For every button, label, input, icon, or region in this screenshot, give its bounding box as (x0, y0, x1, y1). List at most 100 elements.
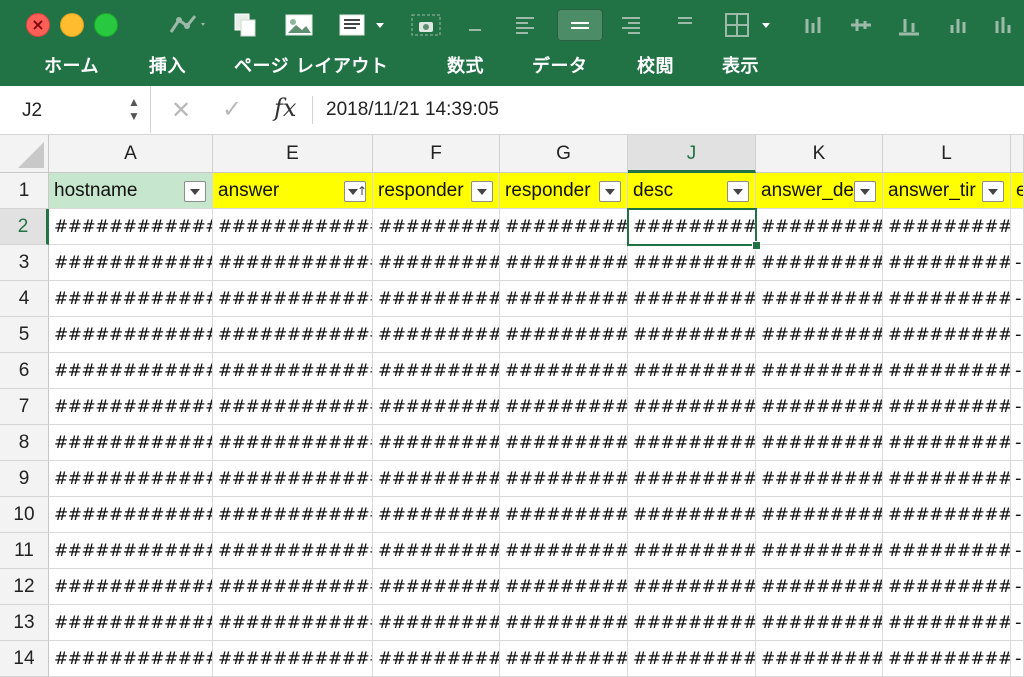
table-cell-partial[interactable]: - (1011, 245, 1024, 281)
column-chart-icon[interactable] (942, 10, 976, 40)
filter-dropdown-icon[interactable] (471, 181, 493, 202)
column-header-f[interactable]: F (373, 135, 500, 173)
table-cell[interactable]: ############ (213, 389, 373, 425)
align-middle-icon[interactable] (844, 10, 878, 40)
table-cell[interactable]: ############ (213, 497, 373, 533)
table-cell-partial[interactable]: - (1011, 641, 1024, 677)
table-cell[interactable]: ############ (49, 533, 213, 569)
table-cell[interactable]: ############ (213, 281, 373, 317)
table-cell[interactable]: ######### (500, 497, 628, 533)
header-cell-partial[interactable]: e (1011, 173, 1024, 209)
column-header-a[interactable]: A (49, 135, 213, 173)
justify-icon[interactable] (668, 10, 702, 40)
table-cell[interactable]: ######### (500, 245, 628, 281)
spreadsheet-grid[interactable]: AEFGJKL1hostnameanswerresponderresponder… (0, 135, 1024, 677)
row-header-9[interactable]: 9 (0, 461, 49, 497)
table-cell[interactable]: ######### (500, 209, 628, 245)
table-cell[interactable]: ######### (500, 533, 628, 569)
table-cell[interactable]: ######### (373, 245, 500, 281)
table-cell[interactable]: ############ (49, 497, 213, 533)
table-cell[interactable]: ######### (373, 281, 500, 317)
table-cell-partial[interactable] (1011, 209, 1024, 245)
table-cell[interactable]: ######### (500, 353, 628, 389)
table-cell[interactable]: ############ (49, 425, 213, 461)
filter-dropdown-icon[interactable] (184, 181, 206, 202)
table-cell[interactable]: ########## (628, 281, 756, 317)
table-cell[interactable]: ######### (500, 605, 628, 641)
formula-input[interactable]: 2018/11/21 14:39:05 (326, 99, 499, 121)
table-cell[interactable]: ######### (500, 425, 628, 461)
table-cell[interactable]: ######### (756, 281, 883, 317)
table-cell[interactable]: ############ (49, 569, 213, 605)
row-header-5[interactable]: 5 (0, 317, 49, 353)
align-left-icon[interactable] (508, 10, 542, 40)
table-cell[interactable]: ######### (883, 209, 1011, 245)
bar-chart-icon[interactable] (796, 10, 830, 40)
table-cell[interactable]: ######### (756, 389, 883, 425)
row-header-4[interactable]: 4 (0, 281, 49, 317)
minimize-window-button[interactable] (60, 13, 84, 37)
table-cell[interactable]: ############ (213, 605, 373, 641)
row-header-8[interactable]: 8 (0, 425, 49, 461)
table-cell[interactable]: ######### (883, 605, 1011, 641)
table-cell[interactable]: ######### (373, 569, 500, 605)
table-cell[interactable]: ######### (373, 605, 500, 641)
table-cell[interactable]: ########## (628, 461, 756, 497)
table-cell-partial[interactable]: - (1011, 533, 1024, 569)
tab-data[interactable]: データ (532, 52, 588, 86)
table-cell[interactable]: ########## (628, 533, 756, 569)
camera-icon[interactable] (406, 10, 446, 40)
table-cell[interactable]: ######### (756, 641, 883, 677)
borders-icon[interactable] (720, 10, 776, 40)
row-header-3[interactable]: 3 (0, 245, 49, 281)
table-cell[interactable]: ############ (49, 209, 213, 245)
table-cell[interactable]: ########## (628, 605, 756, 641)
table-cell[interactable]: ########## (628, 353, 756, 389)
sort-filter-icon[interactable] (344, 181, 367, 202)
row-header-13[interactable]: 13 (0, 605, 49, 641)
table-cell[interactable]: ######### (756, 209, 883, 245)
filter-dropdown-icon[interactable] (982, 181, 1004, 202)
tab-view[interactable]: 表示 (722, 52, 759, 86)
row-header-12[interactable]: 12 (0, 569, 49, 605)
table-cell[interactable]: ######### (373, 533, 500, 569)
name-box[interactable]: J2 ▲ ▼ (0, 86, 151, 133)
insert-function-button[interactable]: fx (274, 94, 296, 122)
table-cell[interactable]: ######### (500, 461, 628, 497)
table-cell[interactable]: ######### (500, 281, 628, 317)
table-cell-partial[interactable]: - (1011, 317, 1024, 353)
table-cell[interactable]: ######### (373, 209, 500, 245)
table-cell[interactable]: ############ (213, 533, 373, 569)
table-cell[interactable]: ############ (213, 641, 373, 677)
table-cell[interactable]: ######### (756, 317, 883, 353)
copy-icon[interactable] (228, 10, 262, 40)
table-cell[interactable]: ########## (628, 569, 756, 605)
text-box-icon[interactable] (334, 10, 390, 40)
picture-icon[interactable] (282, 10, 316, 40)
table-cell-partial[interactable]: - (1011, 569, 1024, 605)
table-cell[interactable]: ########## (628, 245, 756, 281)
row-header-7[interactable]: 7 (0, 389, 49, 425)
table-cell[interactable]: ######### (756, 245, 883, 281)
chart-icon-2[interactable] (988, 10, 1022, 40)
table-cell[interactable]: ######### (500, 317, 628, 353)
column-header-partial[interactable] (1011, 135, 1024, 173)
table-cell[interactable]: ########## (628, 317, 756, 353)
table-cell[interactable]: ######### (883, 533, 1011, 569)
table-cell[interactable]: ############ (213, 317, 373, 353)
table-cell[interactable]: ########## (628, 497, 756, 533)
table-cell[interactable]: ######### (883, 641, 1011, 677)
table-cell[interactable]: ######### (373, 425, 500, 461)
table-cell[interactable]: ######### (756, 533, 883, 569)
table-cell[interactable]: ############ (49, 281, 213, 317)
filter-dropdown-icon[interactable] (854, 181, 876, 202)
tab-formulas[interactable]: 数式 (447, 52, 484, 86)
align-bottom-icon[interactable] (892, 10, 926, 40)
table-cell-partial[interactable]: - (1011, 425, 1024, 461)
table-cell[interactable]: ######### (373, 389, 500, 425)
chart-icon[interactable] (162, 10, 212, 40)
table-cell[interactable]: ######### (883, 353, 1011, 389)
table-cell-partial[interactable]: - (1011, 353, 1024, 389)
row-header-6[interactable]: 6 (0, 353, 49, 389)
zoom-window-button[interactable] (94, 13, 118, 37)
